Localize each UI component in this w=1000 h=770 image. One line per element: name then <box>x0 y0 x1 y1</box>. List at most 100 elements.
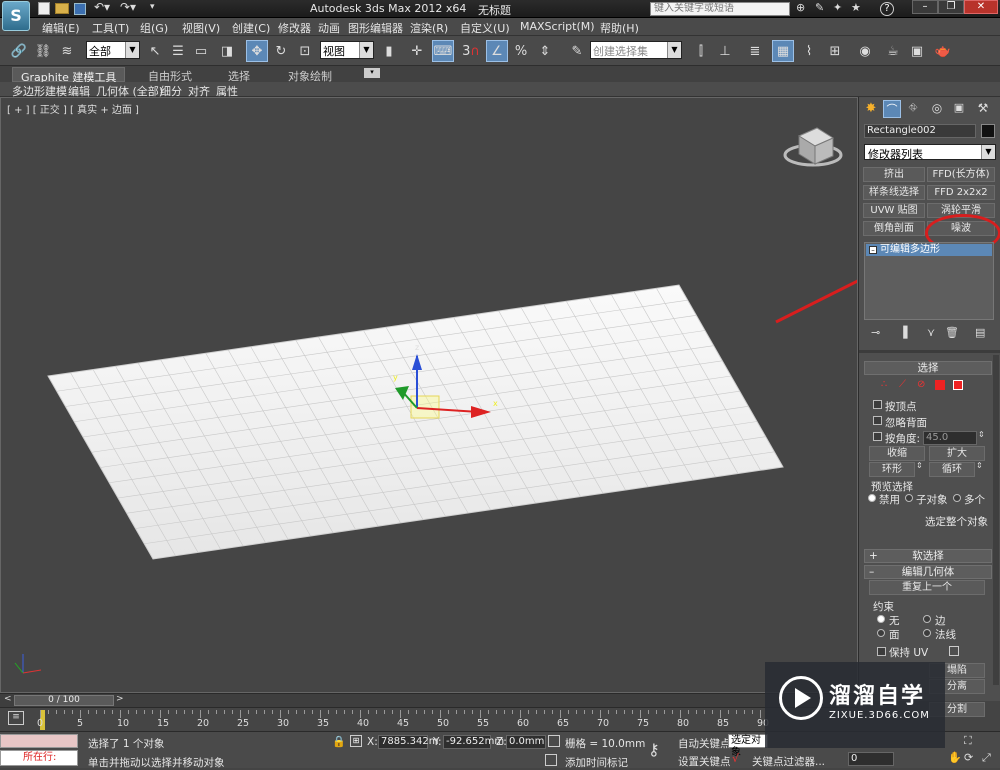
constraint-edge-radio[interactable] <box>923 615 931 623</box>
menu-rendering[interactable]: 渲染(R) <box>410 20 448 36</box>
zoom-extents-icon[interactable]: ⛶ <box>964 734 972 748</box>
track-bar-menu-icon[interactable]: ≡ <box>8 711 24 725</box>
keep-uv-settings-icon[interactable] <box>949 646 959 656</box>
z-coord-field[interactable]: 0.0mm <box>506 735 546 749</box>
constraint-face-radio[interactable] <box>877 629 885 637</box>
key-filters-button[interactable]: 关键点过滤器... <box>752 754 825 769</box>
percent-snap-icon[interactable]: % <box>510 40 532 62</box>
display-tab-icon[interactable]: ▣ <box>951 101 967 117</box>
make-unique-icon[interactable]: ⋎ <box>927 326 935 339</box>
stack-item-editable-poly[interactable]: 可编辑多边形 <box>866 244 992 256</box>
pan-view-icon[interactable]: ✋ <box>948 751 962 764</box>
menu-graph-editors[interactable]: 图形编辑器 <box>348 20 403 36</box>
app-logo-icon[interactable]: S <box>2 1 30 31</box>
time-next-icon[interactable]: > <box>116 694 124 704</box>
restore-button[interactable]: ❐ <box>938 0 964 14</box>
subobject-edge-icon[interactable]: ⟋ <box>899 379 906 390</box>
angle-snap-icon[interactable]: ∠ <box>486 40 508 62</box>
object-name-field[interactable]: Rectangle002 <box>864 124 976 138</box>
menu-animation[interactable]: 动画 <box>318 20 340 36</box>
configure-sets-icon[interactable]: ▤ <box>975 326 985 339</box>
modifier-bevel-profile-button[interactable]: 倒角剖面 <box>863 221 925 236</box>
mirror-icon[interactable]: ⫿ <box>690 40 712 62</box>
tab-object-paint[interactable]: 对象绘制 <box>280 67 340 83</box>
perspective-viewport[interactable]: [ + ] [ 正交 ] [ 真实 + 边面 ] z x y <box>0 97 858 693</box>
shrink-button[interactable]: 收缩 <box>869 446 925 461</box>
quick-access-dropdown-icon[interactable]: ▾ <box>150 2 155 12</box>
preview-disabled-radio[interactable] <box>868 494 876 502</box>
ring-button[interactable]: 环形 <box>869 462 915 477</box>
modifier-ffd-box-button[interactable]: FFD(长方体) <box>927 167 995 182</box>
key-mode-icon[interactable]: √ <box>732 752 739 765</box>
named-selection-set-dropdown[interactable]: 创建选择集 ▼ <box>590 41 682 59</box>
window-crossing-icon[interactable]: ◨ <box>216 40 238 62</box>
constraint-normal-radio[interactable] <box>923 629 931 637</box>
viewcube-icon[interactable] <box>783 127 843 167</box>
menu-views[interactable]: 视图(V) <box>182 20 220 36</box>
subscription-icon[interactable]: ✎ <box>815 1 824 14</box>
pin-stack-icon[interactable]: ⊸ <box>871 326 880 339</box>
bind-space-warp-icon[interactable]: ≋ <box>56 40 78 62</box>
menu-edit[interactable]: 编辑(E) <box>42 20 80 36</box>
curve-editor-icon[interactable]: ⌇ <box>798 40 820 62</box>
redo-icon[interactable]: ↷▾ <box>120 0 136 14</box>
hierarchy-tab-icon[interactable]: ⛗ <box>905 101 921 117</box>
grid-settings-icon[interactable] <box>548 735 560 747</box>
object-color-swatch[interactable] <box>981 124 995 138</box>
tab-graphite[interactable]: Graphite 建模工具 <box>12 67 126 84</box>
preview-subobject-radio[interactable] <box>905 494 913 502</box>
subobject-border-icon[interactable]: ⊘ <box>917 379 925 390</box>
ribbon-options-icon[interactable]: ▾ <box>364 68 380 78</box>
subobject-vertex-icon[interactable]: ∴ <box>881 379 887 390</box>
time-prev-icon[interactable]: < <box>4 694 12 704</box>
select-rotate-icon[interactable]: ↻ <box>270 40 292 62</box>
align-icon[interactable]: ⊥ <box>714 40 736 62</box>
lock-selection-icon[interactable]: 🔒 <box>332 735 346 748</box>
modify-tab-icon[interactable]: ⌒ <box>883 100 901 118</box>
tab-selection[interactable]: 选择 <box>220 67 258 83</box>
selected-object-dropdown[interactable]: 选定对象 <box>728 734 768 758</box>
undo-icon[interactable]: ↶▾ <box>94 0 110 14</box>
pivot-center-icon[interactable]: ▮ <box>378 40 400 62</box>
menu-customize[interactable]: 自定义(U) <box>460 20 510 36</box>
select-object-icon[interactable]: ↖ <box>144 40 166 62</box>
rect-selection-icon[interactable]: ▭ <box>190 40 212 62</box>
subobject-polygon-icon[interactable] <box>935 380 945 390</box>
modifier-spline-select-button[interactable]: 样条线选择 <box>863 185 925 200</box>
x-coord-field[interactable]: 7885.342m <box>378 735 438 749</box>
current-frame-field[interactable]: 0 <box>848 752 894 766</box>
loop-spinner-icon[interactable]: ⇕ <box>976 461 983 470</box>
track-bar[interactable]: ≡ 0 5 10 15 20 25 30 35 40 45 50 55 60 65 70 75 80 85 90 <box>0 707 858 731</box>
snap-toggle-icon[interactable]: 3 ∩ <box>460 40 482 62</box>
search-input[interactable]: 键入关键字或短语 <box>650 2 790 16</box>
select-by-name-icon[interactable]: ☰ <box>167 40 189 62</box>
unlink-icon[interactable]: ⛓ <box>32 40 54 62</box>
constraint-none-radio[interactable] <box>877 615 885 623</box>
rollout-selection-header[interactable]: 选择 <box>864 361 992 375</box>
key-icon[interactable]: ⚷ <box>648 740 660 759</box>
time-tag-icon[interactable] <box>545 754 557 766</box>
open-file-icon[interactable] <box>55 3 69 14</box>
render-setup-icon[interactable]: ☕ <box>882 40 904 62</box>
keep-uv-checkbox[interactable] <box>877 647 886 656</box>
menu-create[interactable]: 创建(C) <box>232 20 270 36</box>
modifier-ffd-222-button[interactable]: FFD 2x2x2 <box>927 185 995 200</box>
menu-group[interactable]: 组(G) <box>140 20 168 36</box>
orbit-view-icon[interactable]: ⟳ <box>964 751 973 764</box>
modifier-extrude-button[interactable]: 挤出 <box>863 167 925 182</box>
menu-help[interactable]: 帮助(H) <box>600 20 639 36</box>
time-slider[interactable]: < 0 / 100 > <box>0 693 858 707</box>
graphite-toggle-icon[interactable]: ▦ <box>772 40 794 62</box>
absolute-mode-icon[interactable]: ⊞ <box>350 735 362 747</box>
angle-spinner[interactable]: 45.0 <box>923 431 977 445</box>
link-icon[interactable]: 🔗 <box>8 40 30 62</box>
repeat-last-button[interactable]: 重复上一个 <box>869 580 985 595</box>
select-scale-icon[interactable]: ⊡ <box>294 40 316 62</box>
spinner-snap-icon[interactable]: ⇕ <box>534 40 556 62</box>
menu-modifiers[interactable]: 修改器 <box>278 20 311 36</box>
utilities-tab-icon[interactable]: ⚒ <box>975 101 991 117</box>
time-slider-thumb[interactable]: 0 / 100 <box>14 695 114 706</box>
modifier-list-dropdown[interactable]: 修改器列表 ▼ <box>864 144 996 161</box>
set-key-button[interactable]: 设置关键点 <box>678 754 731 769</box>
material-editor-icon[interactable]: ◉ <box>854 40 876 62</box>
